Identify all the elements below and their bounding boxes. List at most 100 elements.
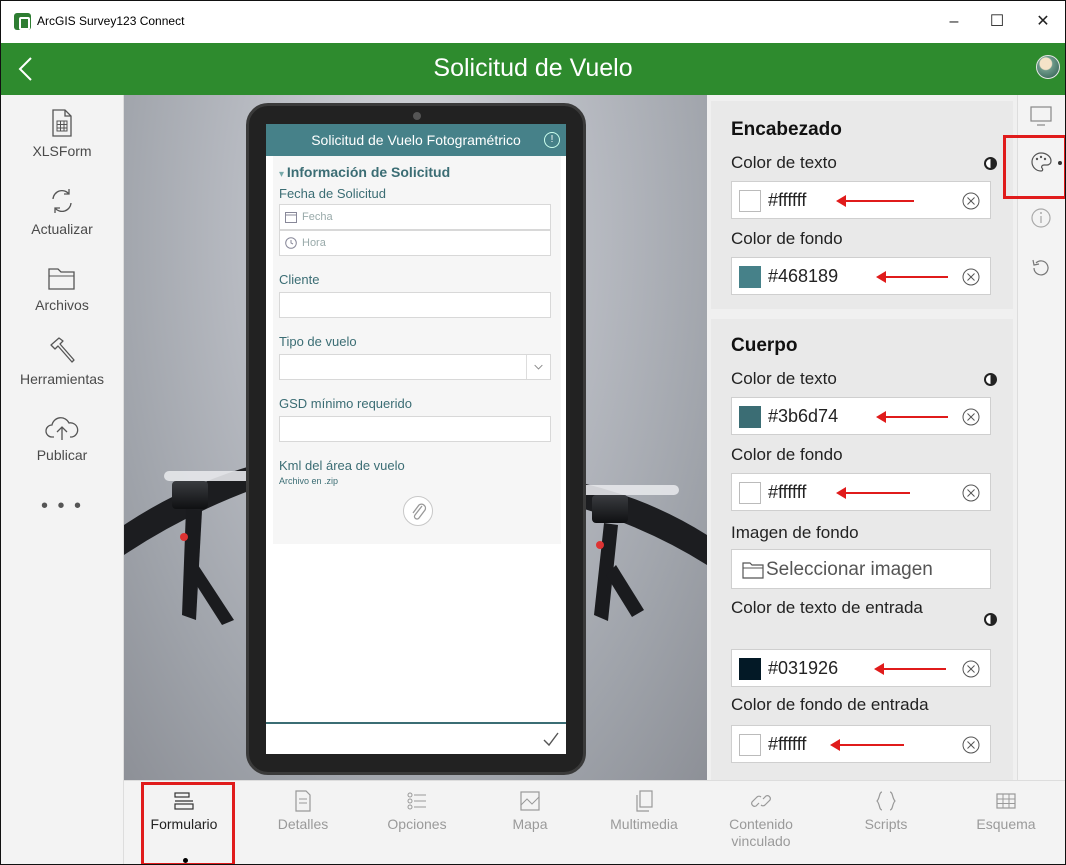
tab-label: Detalles — [277, 816, 329, 832]
clear-icon[interactable] — [962, 192, 980, 210]
cuerpo-bg-color-value[interactable]: #ffffff — [768, 482, 806, 503]
encabezado-text-color-field[interactable]: #ffffff — [731, 181, 991, 219]
tab-esquema[interactable]: Esquema — [954, 789, 1058, 833]
cuerpo-input-text-color-value[interactable]: #031926 — [768, 658, 838, 679]
contrast-icon[interactable] — [984, 157, 997, 170]
color-swatch[interactable] — [739, 266, 761, 288]
sidebar-item-publicar[interactable]: Publicar — [1, 415, 123, 463]
contrast-icon[interactable] — [984, 373, 997, 386]
sidebar-item-actualizar[interactable]: Actualizar — [1, 187, 123, 237]
encabezado-title: Encabezado — [731, 119, 842, 140]
group-title-text: Información de Solicitud — [286, 164, 451, 180]
sidebar-item-label: Actualizar — [31, 221, 93, 237]
window-titlebar: ArcGIS Survey123 Connect – ☐ ✕ — [1, 1, 1065, 43]
collapse-arrow-icon: ▾ — [279, 169, 287, 180]
schema-table-icon — [996, 793, 1016, 809]
encabezado-bg-color-value[interactable]: #468189 — [768, 266, 838, 287]
sidebar-item-label: Archivos — [35, 297, 89, 313]
folder-icon — [742, 562, 764, 579]
form-preview-area: Solicitud de Vuelo Fotogramétrico ! ▾ In… — [124, 95, 707, 780]
tipo-vuelo-label: Tipo de vuelo — [279, 334, 357, 349]
cuerpo-input-bg-color-value[interactable]: #ffffff — [768, 734, 806, 755]
phone-screen: Solicitud de Vuelo Fotogramétrico ! ▾ In… — [266, 124, 566, 754]
cuerpo-text-color-value[interactable]: #3b6d74 — [768, 406, 838, 427]
color-swatch[interactable] — [739, 658, 761, 680]
survey123-logo-icon — [14, 13, 31, 30]
cuerpo-bg-color-field[interactable]: #ffffff — [731, 473, 991, 511]
info-icon[interactable]: ! — [544, 132, 560, 148]
tab-label: Esquema — [976, 816, 1036, 832]
red-arrow-annotation — [874, 663, 946, 675]
cuerpo-input-text-color-field[interactable]: #031926 — [731, 649, 991, 687]
refresh-icon — [52, 189, 72, 213]
color-swatch[interactable] — [739, 734, 761, 756]
cuerpo-bg-color-label: Color de fondo — [731, 445, 843, 464]
kml-hint: Archivo en .zip — [279, 476, 339, 486]
tab-label: Contenido vinculado — [729, 816, 793, 849]
hora-time-input[interactable]: Hora — [279, 230, 551, 256]
media-icon — [636, 790, 653, 812]
tab-opciones[interactable]: Opciones — [365, 789, 469, 833]
red-arrow-annotation — [836, 487, 910, 499]
tab-mapa[interactable]: Mapa — [478, 789, 582, 833]
encabezado-bg-color-field[interactable]: #468189 — [731, 257, 991, 295]
cuerpo-text-color-label: Color de texto — [731, 369, 837, 388]
color-swatch[interactable] — [739, 190, 761, 212]
calendar-icon — [285, 212, 297, 223]
cliente-label: Cliente — [279, 272, 320, 287]
map-icon — [520, 791, 540, 811]
encabezado-text-color-value[interactable]: #ffffff — [768, 190, 806, 211]
tab-contenido-vinculado[interactable]: Contenido vinculado — [709, 789, 813, 850]
info-icon[interactable] — [1030, 207, 1052, 229]
red-arrow-annotation — [836, 195, 914, 207]
cuerpo-text-color-field[interactable]: #3b6d74 — [731, 397, 991, 435]
close-button[interactable]: ✕ — [1023, 11, 1063, 33]
group-title[interactable]: ▾ Información de Solicitud — [279, 164, 450, 180]
form-title: Solicitud de Vuelo Fotogramétrico — [311, 132, 521, 148]
history-icon[interactable] — [1030, 257, 1052, 279]
cloud-upload-icon — [45, 417, 79, 440]
form-body: ▾ Información de Solicitud Fecha de Soli… — [273, 156, 561, 544]
cliente-input[interactable] — [279, 292, 551, 318]
clear-icon[interactable] — [962, 408, 980, 426]
sidebar-item-herramientas[interactable]: Herramientas — [1, 335, 123, 387]
phone-preview-frame: Solicitud de Vuelo Fotogramétrico ! ▾ In… — [246, 103, 586, 775]
minimize-button[interactable]: – — [934, 11, 974, 33]
clear-icon[interactable] — [962, 484, 980, 502]
style-panel: Encabezado Color de texto #ffffff Color … — [707, 95, 1017, 780]
tab-detalles[interactable]: Detalles — [251, 789, 355, 833]
submit-check-icon[interactable] — [542, 730, 560, 748]
gsd-input[interactable] — [279, 416, 551, 442]
color-swatch[interactable] — [739, 482, 761, 504]
fecha-label: Fecha de Solicitud — [279, 186, 386, 201]
bottom-tab-bar: Formulario Detalles Opciones Mapa Multim… — [124, 780, 1065, 864]
cuerpo-input-bg-color-field[interactable]: #ffffff — [731, 725, 991, 763]
highlight-box-formulario — [141, 782, 235, 864]
select-image-button[interactable]: Seleccionar imagen — [731, 549, 991, 589]
select-image-label: Seleccionar imagen — [766, 559, 933, 580]
attachment-button[interactable] — [403, 496, 433, 526]
app-header: Solicitud de Vuelo — [1, 43, 1065, 95]
contrast-icon[interactable] — [984, 613, 997, 626]
scripts-icon — [876, 791, 896, 811]
more-options-button[interactable]: • • • — [1, 495, 123, 518]
encabezado-section: Encabezado Color de texto #ffffff Color … — [711, 101, 1013, 309]
color-swatch[interactable] — [739, 406, 761, 428]
sidebar-item-xlsform[interactable]: XLSForm — [1, 109, 123, 159]
user-avatar[interactable] — [1036, 55, 1060, 79]
clear-icon[interactable] — [962, 660, 980, 678]
sidebar-item-archivos[interactable]: Archivos — [1, 265, 123, 313]
maximize-button[interactable]: ☐ — [977, 11, 1017, 33]
clear-icon[interactable] — [962, 736, 980, 754]
xlsform-icon — [52, 109, 72, 137]
tipo-vuelo-select[interactable] — [279, 354, 551, 380]
red-arrow-annotation — [830, 739, 904, 751]
sidebar-item-label: Publicar — [36, 447, 88, 463]
tab-scripts[interactable]: Scripts — [834, 789, 938, 833]
cuerpo-input-bg-color-label: Color de fondo de entrada — [731, 695, 929, 714]
sidebar-item-label: Herramientas — [19, 371, 105, 387]
fecha-date-input[interactable]: Fecha — [279, 204, 551, 230]
tab-multimedia[interactable]: Multimedia — [592, 789, 696, 833]
monitor-icon[interactable] — [1030, 105, 1052, 127]
clear-icon[interactable] — [962, 268, 980, 286]
